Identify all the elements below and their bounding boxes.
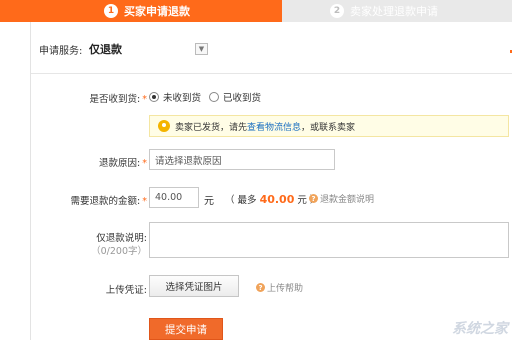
view-logistics-link[interactable]: 查看物流信息 [247,123,301,133]
step-1: 1 买家申请退款 [0,0,282,22]
amount-label: 需要退款的金额: * [31,193,147,207]
amount-input[interactable]: 40.00 [149,187,199,208]
radio-received[interactable]: 已收到货 [209,90,261,104]
location-pin-icon [158,120,170,132]
received-label: 是否收到货: * [31,91,147,105]
question-icon: ? [309,194,318,203]
chevron-down-icon[interactable]: ▼ [195,43,208,55]
step-1-number: 1 [104,4,118,18]
radio-unchecked-icon[interactable] [209,92,219,102]
refund-form: 申请服务: 仅退款 ▼ 是否收到货: * 未收到货 已收到货 卖家已发货，请先查看… [30,22,512,340]
step-2: 2 卖家处理退款申请 [330,0,438,22]
tip-suffix: ，或联系卖家 [301,122,356,133]
shipping-tip: 卖家已发货，请先查看物流信息，或联系卖家 [149,115,509,137]
upload-help-text: 上传帮助 [267,284,304,294]
service-row: 申请服务: 仅退款 ▼ [31,22,512,74]
amount-help-link[interactable]: ? 退款金额说明 [309,192,374,205]
amount-max: （ 最多 40.00 元 ） [225,192,319,206]
question-icon: ? [256,283,265,292]
required-mark: * [142,158,147,169]
received-label-text: 是否收到货: [89,94,141,105]
watermark: 系统之家 [452,321,508,337]
amount-max-value: 40.00 [259,193,295,206]
amount-max-prefix: （ 最多 [225,195,257,206]
progress-steps: 1 买家申请退款 2 卖家处理退款申请 [0,0,512,22]
radio-not-received[interactable]: 未收到货 [149,90,201,104]
choose-voucher-button[interactable]: 选择凭证图片 [149,275,239,297]
radio-not-received-label: 未收到货 [163,93,202,104]
submit-button[interactable]: 提交申请 [149,318,223,340]
reason-label-text: 退款原因: [99,158,141,169]
service-value: 仅退款 [89,43,122,56]
service-label: 申请服务: [39,46,83,57]
step-2-number: 2 [330,4,344,18]
required-mark: * [142,94,147,105]
upload-help-link[interactable]: ? 上传帮助 [256,281,303,294]
step-1-label: 买家申请退款 [124,5,190,18]
radio-received-label: 已收到货 [223,93,262,104]
reason-select[interactable]: 请选择退款原因 [149,149,335,170]
voucher-label: 上传凭证: [105,285,147,296]
amount-help-text: 退款金额说明 [320,195,375,205]
tip-prefix: 卖家已发货，请先 [175,122,248,133]
required-mark: * [142,196,147,207]
radio-checked-icon[interactable] [149,92,159,102]
description-label: 仅退款说明: [96,233,147,244]
amount-unit: 元 [204,196,214,207]
reason-label: 退款原因: * [31,155,147,169]
description-counter: （0/200字） [91,246,147,257]
amount-label-text: 需要退款的金额: [70,196,141,207]
step-1-arrow [266,0,280,22]
description-textarea[interactable] [149,222,509,258]
step-2-label: 卖家处理退款申请 [350,5,438,18]
